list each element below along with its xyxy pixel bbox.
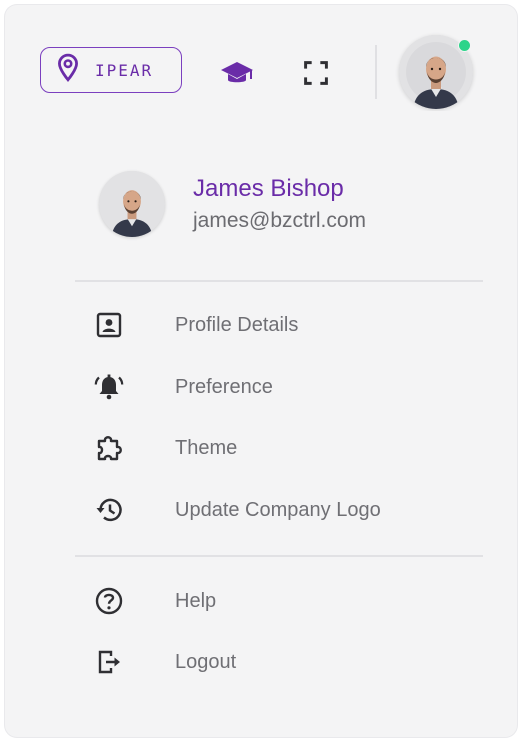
location-selector-button[interactable]: IPEAR (40, 47, 182, 93)
menu-item-label: Logout (175, 650, 237, 673)
menu-item-label: Update Company Logo (175, 498, 381, 521)
graduation-cap-icon[interactable] (219, 59, 255, 87)
history-icon (89, 490, 129, 530)
profile-avatar (99, 171, 165, 237)
menu-item-help[interactable]: Help (89, 577, 469, 625)
menu-item-logout[interactable]: Logout (89, 638, 469, 686)
help-circle-icon (89, 581, 129, 621)
location-label: IPEAR (95, 60, 154, 80)
puzzle-icon (89, 428, 129, 468)
account-dropdown-frame: IPEAR James Bishop james@bzctrl.com Prof… (5, 5, 517, 737)
menu-item-update-company-logo[interactable]: Update Company Logo (89, 486, 469, 534)
menu-item-label: Theme (175, 436, 238, 459)
menu-divider (75, 280, 483, 282)
logout-icon (89, 642, 129, 682)
user-name: James Bishop (193, 175, 344, 202)
user-email: james@bzctrl.com (193, 209, 367, 232)
menu-item-label: Help (175, 589, 217, 612)
top-bar: IPEAR (5, 5, 517, 117)
profile-header: James Bishop james@bzctrl.com (69, 111, 489, 279)
menu-item-preference[interactable]: Preference (89, 363, 469, 411)
topbar-divider (375, 45, 377, 99)
menu-divider (75, 555, 483, 557)
map-pin-icon (55, 53, 81, 88)
online-status-indicator (458, 39, 471, 52)
user-menu-panel: James Bishop james@bzctrl.com Profile De… (69, 111, 489, 737)
menu-item-label: Profile Details (175, 313, 299, 336)
menu-item-theme[interactable]: Theme (89, 424, 469, 472)
profile-card-icon (89, 305, 129, 345)
menu-item-label: Preference (175, 375, 273, 398)
fullscreen-icon[interactable] (301, 58, 331, 88)
bell-ringing-icon (89, 367, 129, 407)
menu-item-profile-details[interactable]: Profile Details (89, 301, 469, 349)
